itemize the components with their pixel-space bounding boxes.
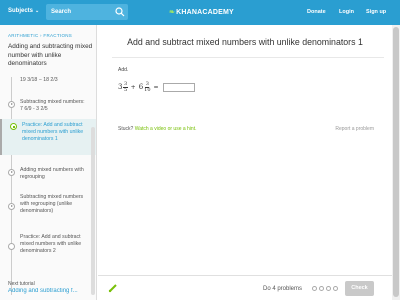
- practice-icon: [8, 243, 15, 250]
- search-box[interactable]: Search: [46, 4, 128, 20]
- subjects-menu[interactable]: Subjects ⌄: [8, 8, 39, 14]
- leaf-icon: ❧: [169, 9, 176, 16]
- search-input[interactable]: Search: [51, 9, 71, 15]
- denominator: 5: [123, 86, 128, 93]
- sidebar-item[interactable]: Adding mixed numbers with regrouping: [0, 165, 96, 185]
- tutorial-title: Adding and subtracting mixed number with…: [8, 43, 93, 67]
- math-expression: 3 3 5 + 6 3 10 =: [118, 78, 195, 96]
- sidebar-item[interactable]: Practice: Add and subtract mixed numbers…: [0, 232, 96, 262]
- progress-dot: [333, 286, 338, 291]
- scrollbar-thumb[interactable]: [393, 27, 399, 297]
- sidebar-item-label: Practice: Add and subtract mixed numbers…: [20, 234, 82, 254]
- donate-link[interactable]: Donate: [307, 9, 326, 15]
- denominator: 10: [144, 86, 151, 93]
- sidebar-item-label: Subtracting mixed numbers: 7 6/9 - 3 2/5: [20, 99, 85, 112]
- scratchpad-pencil-icon[interactable]: [108, 283, 118, 293]
- check-button[interactable]: Check: [345, 281, 374, 296]
- top-navigation-bar: Subjects ⌄ Search ❧KHANACADEMY Donate Log…: [0, 0, 400, 25]
- practice-icon: [10, 123, 17, 130]
- question-prompt: Add.: [118, 67, 129, 73]
- sidebar-item-label: Adding mixed numbers with regrouping: [20, 167, 84, 180]
- logo-text: KHANACADEMY: [176, 9, 234, 16]
- fraction: 3 10: [144, 81, 151, 93]
- progress-dot: [319, 286, 324, 291]
- sidebar-item[interactable]: 19 3/18 − 18 2/3: [0, 75, 96, 91]
- subjects-label: Subjects: [8, 8, 34, 14]
- divider: [112, 57, 384, 58]
- exercise-footer: Do 4 problems Check: [98, 275, 392, 300]
- khan-academy-logo[interactable]: ❧KHANACADEMY: [169, 8, 234, 16]
- next-tutorial-link[interactable]: Adding and subtracting f...: [8, 288, 86, 294]
- breadcrumb[interactable]: ARITHMETIC › FRACTIONS: [8, 33, 72, 38]
- stuck-label: Stuck?: [118, 126, 134, 132]
- sidebar-scrollbar[interactable]: [91, 127, 95, 295]
- exercise-panel: Add and subtract mixed numbers with unli…: [98, 25, 392, 275]
- mixed-number-2: 6 3 10: [138, 81, 151, 93]
- sidebar-item[interactable]: Subtracting mixed numbers with regroupin…: [0, 192, 96, 220]
- page-scrollbar[interactable]: [392, 25, 400, 300]
- sidebar-item-active[interactable]: Practice: Add and subtract mixed numbers…: [0, 119, 96, 155]
- sidebar-item[interactable]: Subtracting mixed numbers: 7 6/9 - 3 2/5: [0, 97, 96, 117]
- whole-part: 6: [138, 83, 144, 91]
- login-link[interactable]: Login: [339, 9, 354, 15]
- chevron-down-icon: ⌄: [35, 8, 40, 14]
- problem-count: Do 4 problems: [263, 286, 303, 292]
- next-tutorial-label: Next tutorial: [8, 281, 35, 287]
- equals-sign: =: [153, 83, 159, 91]
- search-icon[interactable]: [115, 7, 125, 17]
- sidebar-item-label: Practice: Add and subtract mixed numbers…: [22, 122, 84, 142]
- sidebar-item-label: 19 3/18 − 18 2/3: [20, 77, 58, 83]
- progress-dot: [312, 286, 317, 291]
- answer-input[interactable]: [162, 82, 195, 92]
- video-icon: [8, 101, 15, 108]
- tutorial-sidebar: ARITHMETIC › FRACTIONS Adding and subtra…: [0, 25, 97, 300]
- progress-dots: [312, 286, 338, 291]
- video-icon: [8, 169, 15, 176]
- progress-dot: [326, 286, 331, 291]
- hint-link[interactable]: Watch a video or use a hint.: [135, 126, 197, 132]
- sidebar-item-label: Subtracting mixed numbers with regroupin…: [20, 194, 84, 214]
- report-problem-link[interactable]: Report a problem: [335, 126, 374, 132]
- plus-operator: +: [130, 83, 136, 91]
- signup-link[interactable]: Sign up: [366, 9, 386, 15]
- video-icon: [8, 203, 15, 210]
- mixed-number-1: 3 3 5: [118, 81, 128, 93]
- exercise-title: Add and subtract mixed numbers with unli…: [127, 37, 363, 47]
- stuck-row: Stuck? Watch a video or use a hint.: [118, 126, 196, 132]
- fraction: 3 5: [123, 81, 128, 93]
- whole-part: 3: [118, 83, 123, 91]
